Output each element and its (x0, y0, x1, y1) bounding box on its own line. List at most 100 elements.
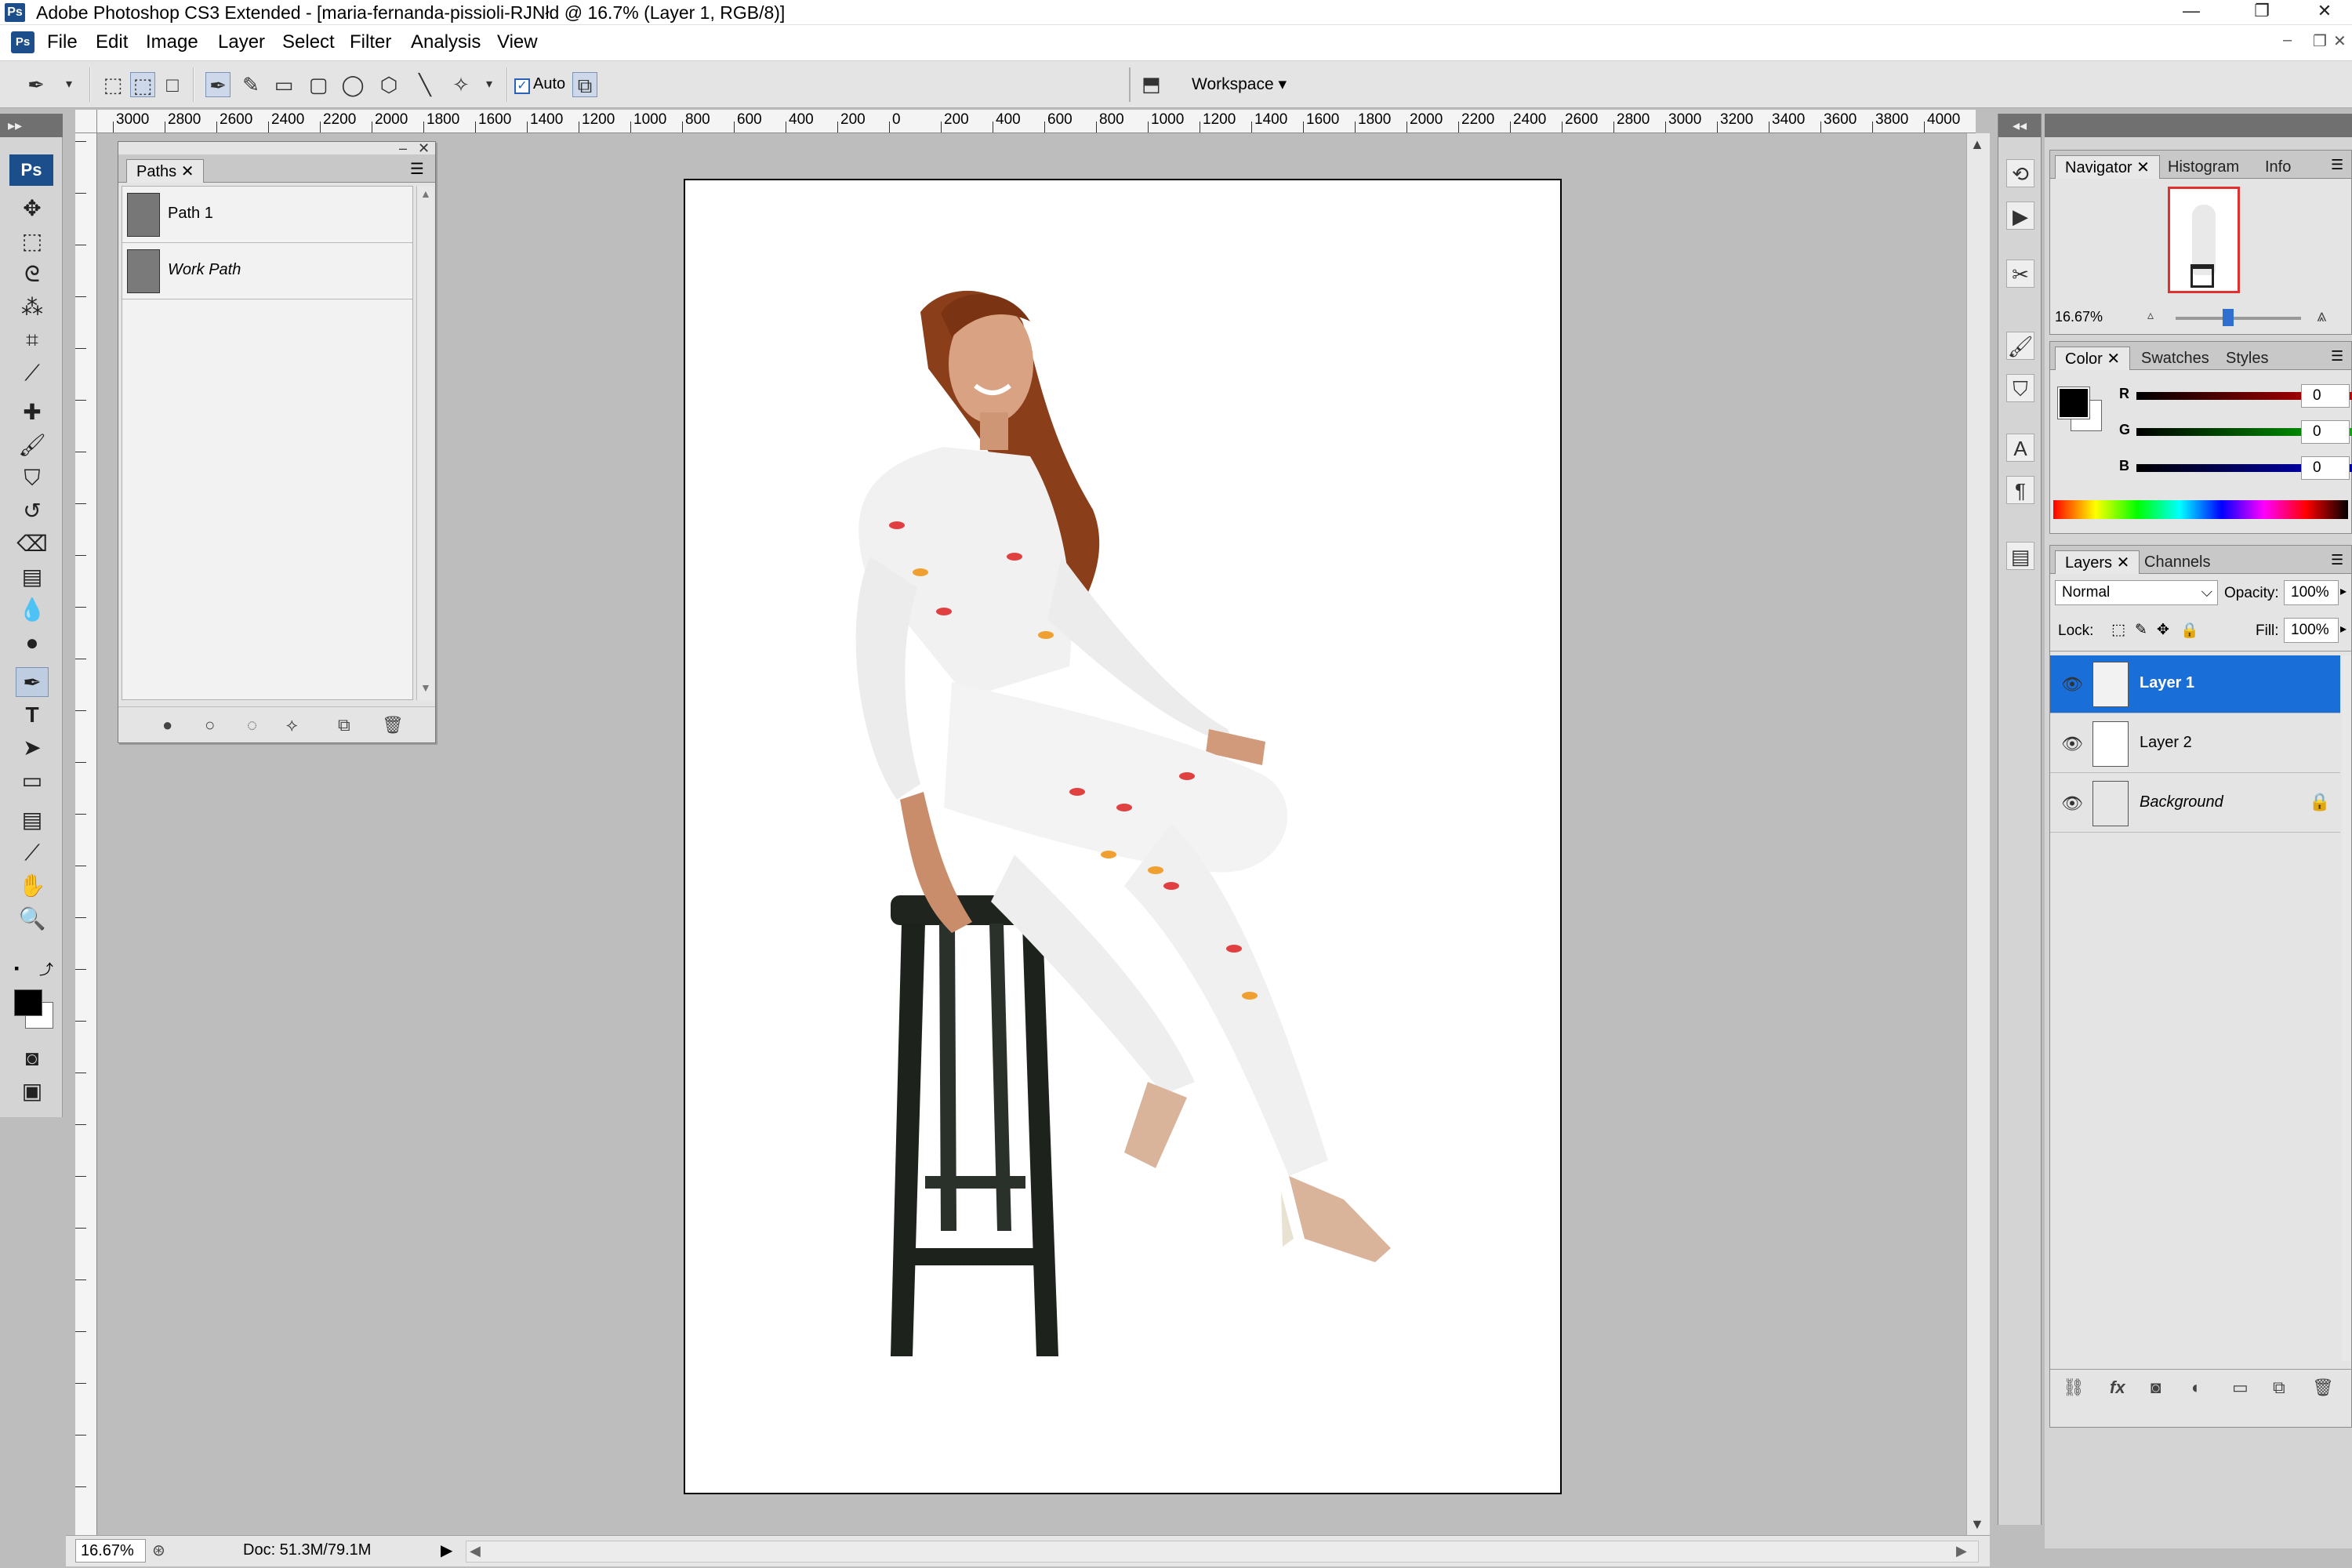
fill-pixels-icon[interactable]: □ (160, 72, 185, 97)
auto-add-checkbox[interactable]: ✓ (514, 78, 530, 94)
panel-menu-icon[interactable]: ☰ (2331, 157, 2343, 173)
layer-comps-icon[interactable]: ▤ (2006, 542, 2034, 570)
scroll-down-arrow-icon[interactable]: ▼ (420, 681, 431, 694)
status-arrow-icon[interactable]: ▶ (441, 1541, 452, 1560)
marquee-tool-icon[interactable]: ⬚ (16, 227, 49, 256)
doc-close-button[interactable]: ✕ (2333, 31, 2347, 51)
opacity-field[interactable]: 100% (2284, 580, 2339, 605)
vertical-scrollbar[interactable]: ▲ ▼ (1966, 133, 1990, 1537)
restore-button[interactable]: ❐ (2227, 0, 2297, 25)
scroll-right-arrow-icon[interactable]: ▶ (1956, 1543, 1967, 1559)
document-icon[interactable]: Ps (11, 31, 34, 53)
zoom-field[interactable]: 16.67% (75, 1539, 146, 1563)
pen-mode-icon[interactable]: ✒ (205, 72, 230, 97)
pen-tool-preset-icon[interactable]: ✒ (24, 72, 49, 97)
menu-layer[interactable]: Layer (218, 31, 265, 53)
crop-tool-icon[interactable]: ⌗ (16, 325, 49, 355)
eyedropper-tool-icon[interactable]: ⟋ (16, 838, 49, 868)
brushes-panel-icon[interactable]: 🖌 (2006, 332, 2034, 360)
tab-swatches[interactable]: Swatches (2132, 347, 2219, 370)
paths-mode-icon[interactable]: ⬚ (130, 72, 155, 97)
actions-panel-icon[interactable]: ▶ (2006, 201, 2034, 230)
tab-close-icon[interactable]: ✕ (181, 163, 194, 180)
lock-image-icon[interactable]: ✎ (2135, 621, 2147, 639)
document-canvas[interactable] (684, 179, 1562, 1494)
menu-analysis[interactable]: Analysis (411, 31, 481, 53)
lock-position-icon[interactable]: ✥ (2157, 621, 2169, 639)
menu-filter[interactable]: Filter (350, 31, 391, 53)
workspace-button[interactable]: ⬒ Workspace ▾ (1129, 67, 1305, 102)
layers-scrollbar[interactable] (2342, 655, 2351, 1361)
blue-value-field[interactable]: 0 (2301, 456, 2350, 480)
lock-all-icon[interactable]: 🔒 (2180, 621, 2199, 640)
new-group-icon[interactable]: ▭ (2232, 1377, 2249, 1398)
minimize-button[interactable]: — (2156, 0, 2227, 25)
menu-select[interactable]: Select (282, 31, 335, 53)
green-value-field[interactable]: 0 (2301, 420, 2350, 444)
tools-panel-grip[interactable]: ▸▸ (0, 114, 63, 137)
path-selection-tool-icon[interactable]: ➤ (16, 733, 49, 763)
foreground-color-swatch[interactable] (14, 989, 42, 1016)
navigator-preview[interactable] (2168, 187, 2240, 293)
clone-source-icon[interactable]: ⛉ (2006, 374, 2034, 402)
tab-navigator[interactable]: Navigator ✕ (2055, 155, 2160, 179)
horizontal-ruler[interactable]: 3000 2800 2600 2400 2200 2000 1800 1600 1400 1200… (97, 110, 1976, 133)
navigator-zoom-value[interactable]: 16.67% (2055, 309, 2103, 325)
screen-mode-icon[interactable]: ▣ (16, 1076, 49, 1106)
default-colors-icon[interactable]: ▪ (14, 960, 19, 977)
character-panel-icon[interactable]: A (2006, 434, 2034, 462)
tab-styles[interactable]: Styles (2216, 347, 2278, 370)
menu-file[interactable]: File (47, 31, 78, 53)
dock-collapse-icon[interactable]: ◂◂ (1998, 114, 2041, 137)
zoom-in-icon[interactable]: ⩓ (2317, 306, 2326, 326)
path-combine-icon[interactable]: ⧉ (572, 72, 597, 97)
lock-transparent-icon[interactable]: ⬚ (2111, 621, 2125, 639)
make-work-path-icon[interactable]: ⟡ (286, 715, 298, 735)
history-panel-icon[interactable]: ⟲ (2006, 159, 2034, 187)
vertical-ruler[interactable] (75, 133, 97, 1544)
layer-row-background[interactable]: 👁 Background 🔒 (2050, 775, 2340, 833)
move-tool-icon[interactable]: ✥ (16, 194, 49, 223)
fill-path-icon[interactable]: ● (162, 715, 172, 735)
paragraph-panel-icon[interactable]: ¶ (2006, 476, 2034, 504)
shape-tool-icon[interactable]: ▭ (16, 766, 49, 796)
visibility-eye-icon[interactable]: 👁 (2061, 674, 2083, 695)
link-layers-icon[interactable]: ⛓ (2063, 1377, 2085, 1398)
freeform-pen-icon[interactable]: ✎ (238, 72, 263, 97)
ellipse-icon[interactable]: ◯ (340, 72, 365, 97)
new-path-icon[interactable]: ⧉ (338, 715, 350, 735)
type-tool-icon[interactable]: T (16, 700, 49, 730)
adjustment-layer-icon[interactable]: ◐ (2191, 1377, 2201, 1398)
dock-grip[interactable] (2045, 114, 2352, 137)
color-spectrum-bar[interactable] (2053, 500, 2348, 519)
blend-mode-select[interactable]: Normal ⌵ (2055, 580, 2218, 605)
panel-menu-icon[interactable]: ☰ (2331, 552, 2343, 568)
delete-layer-icon[interactable]: 🗑 (2312, 1377, 2334, 1398)
dodge-tool-icon[interactable]: ● (16, 628, 49, 658)
healing-brush-tool-icon[interactable]: ✚ (16, 397, 49, 427)
custom-shape-icon[interactable]: ✧ (448, 72, 474, 97)
scroll-down-arrow-icon[interactable]: ▼ (1970, 1516, 1984, 1533)
ruler-origin[interactable] (75, 110, 97, 133)
shape-layers-icon[interactable]: ⬚ (100, 72, 125, 97)
horizontal-scrollbar[interactable]: ◀ ▶ (466, 1541, 1979, 1563)
opacity-arrow-icon[interactable]: ▸ (2340, 583, 2347, 599)
close-button[interactable]: ✕ (2289, 0, 2352, 25)
tab-layers[interactable]: Layers ✕ (2055, 550, 2140, 574)
brush-tool-icon[interactable]: 🖌 (16, 430, 49, 460)
zoom-out-icon[interactable]: ▵ (2147, 307, 2154, 323)
shape-dropdown-icon[interactable]: ▾ (477, 72, 502, 97)
menu-view[interactable]: View (497, 31, 538, 53)
red-value-field[interactable]: 0 (2301, 384, 2350, 408)
doc-minimize-button[interactable]: – (2283, 31, 2292, 49)
stroke-path-icon[interactable]: ○ (205, 715, 215, 735)
scroll-left-arrow-icon[interactable]: ◀ (470, 1543, 481, 1559)
rounded-rectangle-icon[interactable]: ▢ (306, 72, 331, 97)
scroll-up-arrow-icon[interactable]: ▲ (420, 187, 431, 200)
notes-tool-icon[interactable]: ▤ (16, 805, 49, 835)
tab-channels[interactable]: Channels (2135, 550, 2220, 574)
rectangle-shape-icon[interactable]: ▭ (271, 72, 296, 97)
panel-menu-icon[interactable]: ☰ (410, 159, 424, 179)
path-item[interactable]: Path 1 (122, 187, 412, 243)
tab-paths[interactable]: Paths ✕ (126, 159, 205, 183)
